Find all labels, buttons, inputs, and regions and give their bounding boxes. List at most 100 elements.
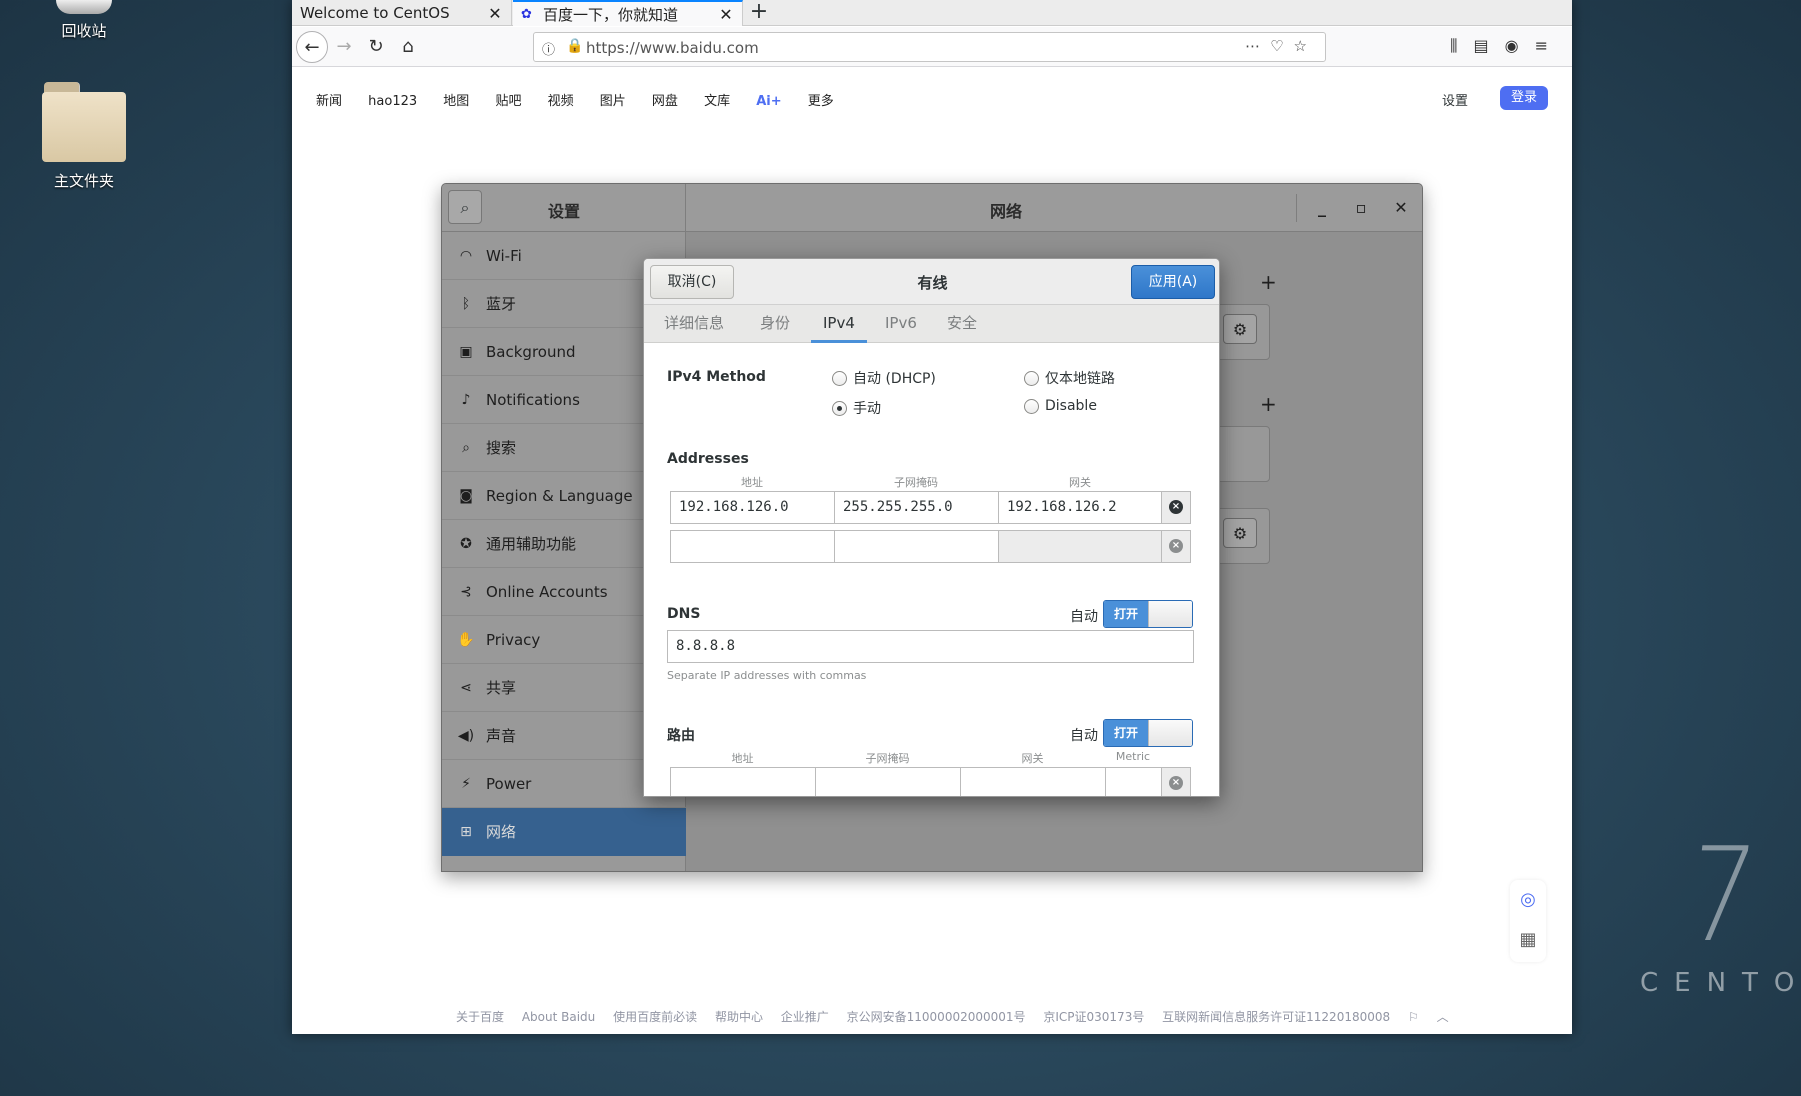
- apply-button[interactable]: 应用(A): [1131, 265, 1215, 299]
- close-tab-icon[interactable]: ✕: [487, 4, 503, 23]
- nav-link[interactable]: hao123: [368, 94, 417, 109]
- route-metric-field[interactable]: [1105, 767, 1162, 796]
- method-dhcp-radio[interactable]: 自动 (DHCP): [832, 368, 936, 388]
- method-link-local-radio[interactable]: 仅本地链路: [1024, 368, 1115, 388]
- nav-link[interactable]: 贴吧: [495, 94, 521, 109]
- sidebar-item-network[interactable]: ⊞ 网络: [442, 808, 686, 856]
- radio-label: 自动 (DHCP): [853, 371, 936, 387]
- tab-identity[interactable]: 身份: [748, 305, 802, 343]
- clear-icon: ×: [1169, 539, 1183, 553]
- reload-button[interactable]: ↻: [360, 31, 392, 63]
- gateway-field[interactable]: 192.168.126.2: [998, 491, 1162, 524]
- route-gateway-field[interactable]: [960, 767, 1106, 796]
- tab-welcome-centos[interactable]: Welcome to CentOS ✕: [292, 0, 512, 26]
- desktop-trash[interactable]: 回收站: [24, 0, 144, 41]
- ipv4-method-label: IPv4 Method: [667, 369, 766, 385]
- nav-link[interactable]: 视频: [548, 94, 574, 109]
- baidu-settings-link[interactable]: 设置: [1442, 90, 1468, 109]
- info-icon[interactable]: ⓘ: [542, 39, 555, 58]
- back-button[interactable]: ←: [296, 31, 328, 63]
- address-column-header: 地址: [741, 476, 763, 489]
- close-tab-icon[interactable]: ✕: [718, 5, 734, 24]
- dns-label: DNS: [667, 606, 701, 622]
- method-disable-radio[interactable]: Disable: [1024, 398, 1097, 414]
- method-manual-radio[interactable]: 手动: [832, 398, 881, 418]
- footer-link[interactable]: 京公网安备11000002000001号: [847, 1010, 1026, 1024]
- new-tab-button[interactable]: +: [744, 0, 774, 26]
- dns-servers-field[interactable]: 8.8.8.8: [667, 630, 1194, 663]
- add-vpn-button[interactable]: +: [1260, 392, 1277, 416]
- police-badge-icon: ⚐: [1407, 1010, 1419, 1024]
- netmask-field[interactable]: 255.255.255.0: [834, 491, 999, 524]
- tab-ipv6[interactable]: IPv6: [873, 305, 929, 343]
- remove-address-button[interactable]: ×: [1161, 530, 1191, 563]
- home-folder-label: 主文件夹: [53, 172, 114, 190]
- address-field[interactable]: [670, 530, 835, 563]
- footer-link[interactable]: 互联网新闻信息服务许可证11220180008: [1162, 1010, 1390, 1024]
- tab-details[interactable]: 详细信息: [652, 305, 736, 343]
- address-field[interactable]: 192.168.126.0: [670, 491, 835, 524]
- lock-icon: 🔒: [566, 38, 584, 54]
- add-wired-button[interactable]: +: [1260, 270, 1277, 294]
- qr-code-icon[interactable]: ▦: [1510, 920, 1546, 960]
- gateway-field[interactable]: [998, 530, 1162, 563]
- sidebar-item-label: Notifications: [486, 390, 580, 409]
- nav-link[interactable]: 网盘: [652, 94, 678, 109]
- nav-link[interactable]: 地图: [443, 94, 469, 109]
- header-divider: [1296, 194, 1297, 222]
- routes-auto-switch[interactable]: 打开: [1103, 719, 1193, 747]
- bluetooth-icon: ᛒ: [461, 295, 471, 312]
- dns-auto-switch[interactable]: 打开: [1103, 600, 1193, 628]
- footer-link[interactable]: 帮助中心: [715, 1010, 763, 1024]
- remove-route-button[interactable]: ×: [1161, 767, 1191, 796]
- ipv4-page: IPv4 Method 自动 (DHCP) 仅本地链路 手动 Disable A…: [644, 344, 1219, 796]
- baidu-top-nav: 新闻 hao123 地图 贴吧 视频 图片 网盘 文库 Ai+ 更多: [316, 90, 856, 109]
- switch-on-label: 打开: [1104, 601, 1148, 627]
- footer-link[interactable]: 使用百度前必读: [613, 1010, 697, 1024]
- wired-settings-gear-button[interactable]: ⚙: [1223, 314, 1257, 344]
- netmask-field[interactable]: [834, 530, 999, 563]
- tab-ipv4[interactable]: IPv4: [811, 305, 867, 343]
- route-address-field[interactable]: [670, 767, 816, 796]
- proxy-settings-gear-button[interactable]: ⚙: [1223, 518, 1257, 548]
- dialog-header: 取消(C) 有线 应用(A): [644, 259, 1219, 305]
- tab-baidu[interactable]: ✿ 百度一下，你就知道 ✕: [513, 0, 743, 26]
- accessibility-icon: ✪: [460, 535, 472, 552]
- sidebar-item-label: Background: [486, 342, 576, 361]
- footer-link[interactable]: 京ICP证030173号: [1043, 1010, 1144, 1024]
- remove-address-button[interactable]: ×: [1161, 491, 1191, 524]
- baidu-login-button[interactable]: 登录: [1500, 86, 1548, 110]
- toolbar-icons[interactable]: ⫼▤◉≡: [1450, 36, 1564, 56]
- forward-button[interactable]: →: [328, 31, 360, 63]
- nav-link[interactable]: 文库: [704, 94, 730, 109]
- share-icon: ⋖: [460, 679, 472, 696]
- sidebar-item-label: Power: [486, 774, 532, 793]
- footer-link[interactable]: About Baidu: [522, 1010, 595, 1024]
- nav-link[interactable]: 更多: [808, 94, 834, 109]
- sidebar-item-label: 声音: [486, 727, 517, 745]
- home-button[interactable]: ⌂: [392, 31, 424, 63]
- sidebar-item-label: 搜索: [486, 439, 517, 457]
- refresh-assist-icon[interactable]: ◎: [1510, 880, 1546, 920]
- url-text[interactable]: https://www.baidu.com: [586, 39, 759, 57]
- page-actions-icons[interactable]: ⋯♡☆: [1245, 37, 1317, 55]
- radio-dot: [1024, 398, 1039, 414]
- minimize-button[interactable]: _: [1312, 198, 1332, 217]
- scroll-up-icon[interactable]: ︿: [1437, 1010, 1449, 1024]
- maximize-button[interactable]: ▫: [1351, 198, 1371, 217]
- search-icon: ⌕: [462, 439, 470, 456]
- footer-link[interactable]: 关于百度: [456, 1010, 504, 1024]
- nav-link[interactable]: 图片: [600, 94, 626, 109]
- route-netmask-field[interactable]: [815, 767, 961, 796]
- background-icon: ▣: [459, 343, 473, 360]
- desktop-home-folder[interactable]: 主文件夹: [24, 82, 144, 191]
- online-accounts-icon: ⊰: [460, 583, 472, 600]
- close-button[interactable]: ✕: [1391, 198, 1411, 217]
- nav-link-ai[interactable]: Ai+: [756, 94, 781, 109]
- url-bar[interactable]: ⓘ 🔒 https://www.baidu.com ⋯♡☆: [533, 32, 1326, 62]
- gateway-column-header: 网关: [1069, 476, 1091, 489]
- sidebar-item-label: 蓝牙: [486, 295, 517, 313]
- tab-security[interactable]: 安全: [935, 305, 989, 343]
- nav-link[interactable]: 新闻: [316, 94, 342, 109]
- footer-link[interactable]: 企业推广: [781, 1010, 829, 1024]
